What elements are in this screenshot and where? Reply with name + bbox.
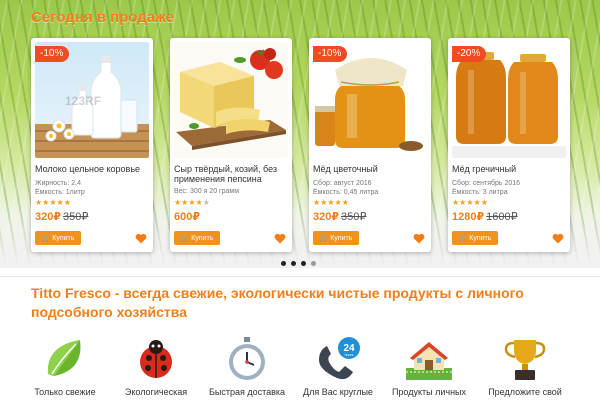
product-meta-weight: Вес: 300 я 20 грамм (174, 188, 240, 195)
buy-button[interactable]: 🛒 Купить (35, 231, 81, 245)
star-filled-icon: ★ (188, 198, 196, 207)
buy-button[interactable]: 🛒 Купить (174, 231, 220, 245)
star-filled-icon: ★ (480, 198, 488, 207)
current-price: 1280₽ (452, 211, 485, 223)
product-meta-volume: Ёмкость: 0,45 литра (313, 189, 379, 196)
star-filled-icon: ★ (341, 198, 349, 207)
cart-icon: 🛒 (319, 235, 329, 242)
brand-headline: Titto Fresco - всегда свежие, экологичес… (31, 285, 524, 320)
old-price: 350₽ (63, 211, 89, 223)
buy-button[interactable]: 🛒 Купить (452, 231, 498, 245)
cart-icon: 🛒 (458, 235, 468, 242)
rating-stars: ★★★★★ (35, 198, 71, 207)
carousel-dot[interactable] (281, 261, 286, 266)
farmhouse-icon (406, 342, 452, 380)
heart-icon[interactable] (552, 233, 564, 244)
ladybug-icon (140, 340, 172, 378)
phone-24-icon: 24 hours (319, 337, 360, 380)
buy-button[interactable]: 🛒 Купить (313, 231, 359, 245)
old-price: 350₽ (341, 211, 367, 223)
star-filled-icon: ★ (473, 198, 481, 207)
star-filled-icon: ★ (49, 198, 57, 207)
feature-offer: Предложите свой (480, 334, 570, 397)
buy-button-label: Купить (330, 234, 353, 242)
product-meta-volume: Ёмкость: 3 литра (452, 189, 508, 196)
product-card[interactable]: Сыр твёрдый, козий, без применения пепси… (170, 38, 292, 252)
star-filled-icon: ★ (327, 198, 335, 207)
price: 320₽ 350₽ (313, 211, 366, 223)
features-row: Только свежие Экологическая Быстрая дост… (0, 334, 600, 400)
current-price: 600₽ (174, 211, 201, 223)
carousel-dots (281, 261, 316, 266)
discount-badge: -10% (35, 46, 70, 62)
product-name[interactable]: Мёд цветочный (313, 164, 429, 174)
feature-fresh: Только свежие (20, 334, 110, 397)
buy-button-label: Купить (469, 234, 492, 242)
product-meta-volume: Ёмкость: 1литр (35, 189, 85, 196)
star-filled-icon: ★ (56, 198, 64, 207)
product-card[interactable]: -10% 123RF Молоко цельное коровье Жирнос… (31, 38, 153, 252)
product-image-honey-jar[interactable]: -10% (313, 42, 427, 158)
product-image-cheese[interactable] (174, 42, 288, 158)
star-filled-icon: ★ (195, 198, 203, 207)
feature-label: Для Вас круглые (303, 387, 373, 397)
section-title: Сегодня в продаже (31, 9, 174, 26)
discount-badge: -10% (313, 46, 348, 62)
star-filled-icon: ★ (63, 198, 71, 207)
rating-stars: ★★★★★ (452, 198, 488, 207)
feature-label: Продукты личных (391, 387, 467, 397)
cart-icon: 🛒 (41, 235, 51, 242)
buy-button-label: Купить (52, 234, 75, 242)
product-name[interactable]: Сыр твёрдый, козий, без применения пепси… (174, 164, 290, 184)
price: 1280₽ 1600₽ (452, 211, 518, 223)
feature-farm: Продукты личных (384, 334, 474, 397)
carousel-dot[interactable] (311, 261, 316, 266)
product-meta-harvest: Сбор: август 2016 (313, 180, 372, 187)
discount-badge: -20% (452, 46, 487, 62)
phone-badge-unit: hours (345, 353, 354, 357)
feature-label: Экологическая (124, 387, 188, 397)
star-filled-icon: ★ (466, 198, 474, 207)
carousel-dot[interactable] (291, 261, 296, 266)
feature-24h: 24 hours Для Вас круглые (293, 334, 383, 397)
feature-eco: Экологическая (111, 334, 201, 397)
feature-label: Предложите свой (488, 387, 562, 397)
feature-label: Только свежие (34, 387, 96, 397)
product-meta-harvest: Сбор: сентябрь 2016 (452, 180, 521, 187)
section-divider (0, 276, 600, 277)
trophy-icon (504, 340, 546, 380)
heart-icon[interactable] (274, 233, 286, 244)
carousel-dot[interactable] (301, 261, 306, 266)
current-price: 320₽ (313, 211, 340, 223)
star-filled-icon: ★ (334, 198, 342, 207)
product-name[interactable]: Молоко цельное коровье (35, 164, 151, 174)
star-empty-icon: ★ (202, 198, 210, 207)
cart-icon: 🛒 (180, 235, 190, 242)
product-meta-fat: Жирность: 2,4 (35, 180, 81, 187)
current-price: 320₽ (35, 211, 62, 223)
watermark-logo: 123RF (65, 94, 102, 108)
rating-stars: ★★★★★ (174, 198, 210, 207)
product-name[interactable]: Мёд гречичный (452, 164, 568, 174)
feature-delivery: Быстрая доставка (202, 334, 292, 397)
leaf-icon (47, 340, 81, 376)
product-card[interactable]: -20% Мёд гречичный Сбор: сентябрь 2016 Ё… (448, 38, 570, 252)
product-image-honey-big-jars[interactable]: -20% (452, 42, 566, 158)
price: 320₽ 350₽ (35, 211, 88, 223)
old-price: 1600₽ (486, 211, 518, 223)
heart-icon[interactable] (413, 233, 425, 244)
price: 600₽ (174, 211, 200, 223)
feature-label: Быстрая доставка (208, 387, 286, 397)
heart-icon[interactable] (135, 233, 147, 244)
buy-button-label: Купить (191, 234, 214, 242)
product-image-milk[interactable]: -10% 123RF (35, 42, 149, 158)
rating-stars: ★★★★★ (313, 198, 349, 207)
stopwatch-icon (229, 337, 265, 380)
product-card[interactable]: -10% Мёд цветочный Сбор: август 2016 Ёмк… (309, 38, 431, 252)
